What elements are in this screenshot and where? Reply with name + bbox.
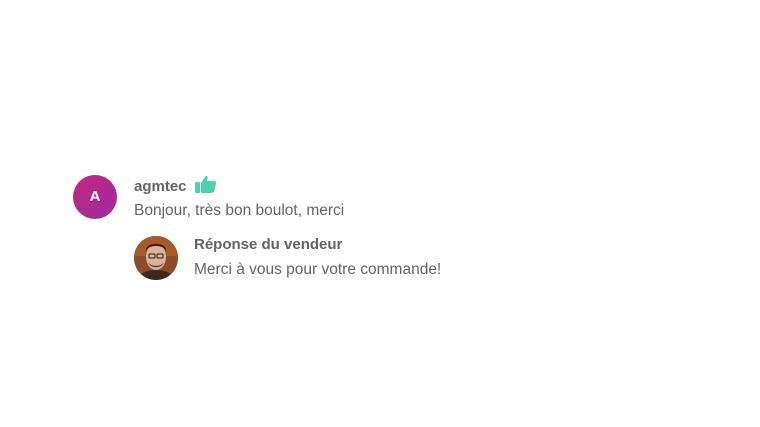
- review-body: agmtec Bonjour, très bon boulot, merci: [134, 175, 694, 221]
- seller-reply-body: Réponse du vendeur Merci à vous pour vot…: [194, 236, 634, 280]
- seller-reply-text: Merci à vous pour votre commande!: [194, 261, 442, 278]
- thumbs-up-icon: [194, 175, 217, 193]
- reviewer-username[interactable]: agmtec: [134, 178, 187, 195]
- reviewer-header: agmtec: [134, 175, 694, 197]
- seller-reply-heading: Réponse du vendeur: [194, 236, 343, 253]
- seller-avatar[interactable]: [134, 236, 178, 280]
- reviewer-avatar[interactable]: A: [73, 175, 117, 219]
- review-text: Bonjour, très bon boulot, merci: [134, 202, 345, 219]
